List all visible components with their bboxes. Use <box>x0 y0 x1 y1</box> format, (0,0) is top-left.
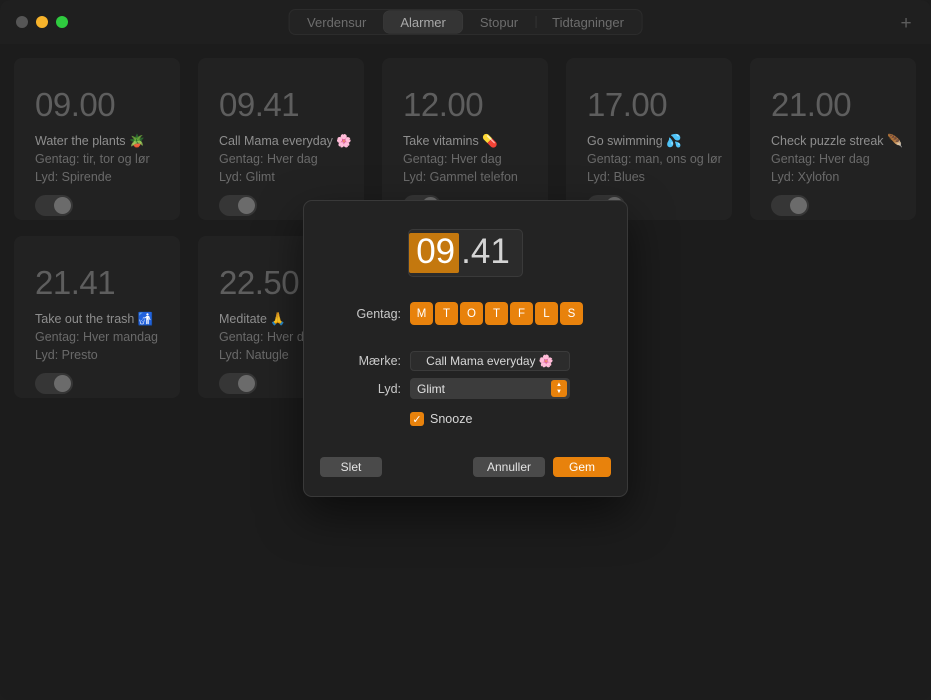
day-button-saturday[interactable]: L <box>535 302 558 325</box>
snooze-checkbox[interactable]: ✓ <box>410 412 424 426</box>
alarm-repeat: Gentag: man, ons og lør <box>587 152 722 167</box>
repeat-label: Gentag: <box>356 306 401 321</box>
snooze-label[interactable]: Snooze <box>430 412 472 426</box>
cancel-button[interactable]: Annuller <box>472 457 545 477</box>
tab-verdensur[interactable]: Verdensur <box>290 11 383 33</box>
alarm-sound: Lyd: Presto <box>35 348 98 363</box>
day-button-thursday[interactable]: T <box>485 302 508 325</box>
label-row: Mærke: Call Mama everyday 🌸 <box>304 351 627 371</box>
alarm-time: 12.00 <box>403 86 484 123</box>
titlebar: Verdensur Alarmer Stopur Tidtagninger + <box>0 0 931 44</box>
alarm-enable-toggle[interactable] <box>219 373 257 395</box>
clock-app-window: Verdensur Alarmer Stopur Tidtagninger + … <box>0 0 931 700</box>
alarm-sound: Lyd: Glimt <box>219 170 275 185</box>
alarm-repeat: Gentag: Hver mandag <box>35 330 158 345</box>
day-button-wednesday[interactable]: O <box>460 302 483 325</box>
plus-icon[interactable]: + <box>895 12 917 34</box>
alarm-enable-toggle[interactable] <box>219 195 257 217</box>
toggle-knob <box>54 197 71 215</box>
sound-select[interactable]: Glimt ▲ ▼ <box>410 378 570 399</box>
minimize-window-button[interactable] <box>36 16 48 28</box>
window-controls <box>16 16 68 28</box>
time-input[interactable]: 09 .41 <box>408 229 523 277</box>
alarm-sound: Lyd: Xylofon <box>771 170 840 185</box>
day-button-tuesday[interactable]: T <box>435 302 458 325</box>
alarm-label: Check puzzle streak 🪶 <box>771 134 903 148</box>
chevron-updown-icon[interactable]: ▲ ▼ <box>551 380 567 397</box>
alarm-sound: Lyd: Spirende <box>35 170 112 185</box>
label-field-label: Mærke: <box>358 354 401 368</box>
alarm-label: Call Mama everyday 🌸 <box>219 134 352 148</box>
alarm-label-input[interactable]: Call Mama everyday 🌸 <box>410 351 570 371</box>
maximize-window-button[interactable] <box>56 16 68 28</box>
tab-alarmer[interactable]: Alarmer <box>383 11 463 33</box>
alarm-label: Take vitamins 💊 <box>403 134 498 148</box>
alarm-repeat: Gentag: tir, tor og lør <box>35 152 150 167</box>
delete-button[interactable]: Slet <box>320 457 382 477</box>
repeat-row: Gentag: M T O T F L S <box>304 302 627 325</box>
alarm-time: 21.41 <box>35 264 116 301</box>
day-button-monday[interactable]: M <box>410 302 433 325</box>
day-button-sunday[interactable]: S <box>560 302 583 325</box>
chevron-down-glyph: ▼ <box>556 388 562 395</box>
alarm-repeat: Gentag: Hver dag <box>219 152 318 167</box>
toggle-knob <box>790 197 807 215</box>
edit-alarm-dialog: 09 .41 Gentag: M T O T F L S Mærke: Call… <box>303 200 628 497</box>
toggle-knob <box>238 375 255 393</box>
alarm-label: Take out the trash 🚮 <box>35 312 154 326</box>
save-button[interactable]: Gem <box>553 457 611 477</box>
tab-tidtagninger[interactable]: Tidtagninger <box>535 11 641 33</box>
alarm-time: 21.00 <box>771 86 852 123</box>
alarm-time: 17.00 <box>587 86 668 123</box>
alarm-label: Water the plants 🪴 <box>35 134 145 148</box>
chevron-up-glyph: ▲ <box>556 381 562 388</box>
close-window-button[interactable] <box>16 16 28 28</box>
sound-field-label: Lyd: <box>377 381 401 396</box>
alarm-time: 09.41 <box>219 86 300 123</box>
alarm-time: 09.00 <box>35 86 116 123</box>
toggle-knob <box>54 375 71 393</box>
alarm-label: Go swimming 💦 <box>587 134 682 148</box>
time-hours-segment[interactable]: 09 <box>409 232 460 274</box>
alarm-card[interactable]: 21.41 Take out the trash 🚮 Gentag: Hver … <box>14 236 180 398</box>
sound-select-value: Glimt <box>417 381 445 396</box>
sound-row: Lyd: Glimt ▲ ▼ <box>304 378 627 399</box>
alarm-enable-toggle[interactable] <box>35 373 73 395</box>
time-minutes-segment[interactable]: .41 <box>459 233 514 273</box>
tab-stopur[interactable]: Stopur <box>463 11 535 33</box>
alarm-repeat: Gentag: Hver dag <box>771 152 870 167</box>
time-stepper-row: 09 .41 <box>304 201 627 277</box>
alarm-sound: Lyd: Blues <box>587 170 645 185</box>
alarm-card[interactable]: 21.00 Check puzzle streak 🪶 Gentag: Hver… <box>750 58 916 220</box>
dialog-button-bar: Slet Annuller Gem <box>304 457 627 477</box>
day-toggle-group: M T O T F L S <box>410 302 583 325</box>
toggle-knob <box>238 197 255 215</box>
snooze-row: ✓ Snooze <box>304 412 627 426</box>
alarm-card[interactable]: 09.00 Water the plants 🪴 Gentag: tir, to… <box>14 58 180 220</box>
alarm-card[interactable]: 17.00 Go swimming 💦 Gentag: man, ons og … <box>566 58 732 220</box>
alarm-card[interactable]: 12.00 Take vitamins 💊 Gentag: Hver dag L… <box>382 58 548 220</box>
alarm-card[interactable]: 09.41 Call Mama everyday 🌸 Gentag: Hver … <box>198 58 364 220</box>
tab-bar: Verdensur Alarmer Stopur Tidtagninger <box>288 9 643 35</box>
alarm-enable-toggle[interactable] <box>771 195 809 217</box>
day-button-friday[interactable]: F <box>510 302 533 325</box>
alarm-enable-toggle[interactable] <box>35 195 73 217</box>
alarm-sound: Lyd: Gammel telefon <box>403 170 518 185</box>
alarm-repeat: Gentag: Hver dag <box>403 152 502 167</box>
